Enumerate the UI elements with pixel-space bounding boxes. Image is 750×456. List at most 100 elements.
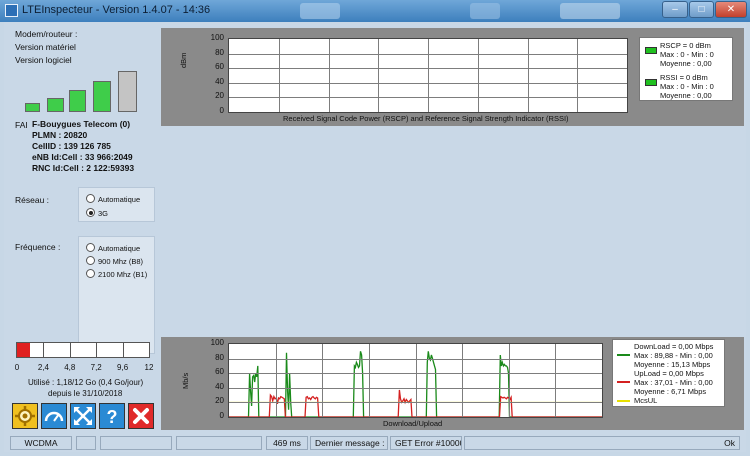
- close-icon: [133, 408, 149, 424]
- radio-icon: [86, 243, 95, 252]
- gridline-horizontal: [229, 402, 602, 403]
- usage-summary: Utilisé : 1,18/12 Go (0,4 Go/jour): [28, 378, 144, 387]
- throughput-chart-xlabel: Download/Upload: [383, 419, 443, 428]
- gridline-vertical: [378, 39, 379, 112]
- status-last-message: GET Error #100003: [390, 436, 462, 450]
- legend-upload-minmax: Max : 37,01 - Min : 0,00: [634, 378, 713, 387]
- settings-button[interactable]: [12, 403, 38, 429]
- legend-line-mcsul: [617, 400, 630, 402]
- legend-swatch-rscp: [645, 47, 657, 54]
- frequency-option-2100[interactable]: 2100 Mhz (B1): [86, 269, 147, 279]
- close-window-button[interactable]: ✕: [715, 1, 747, 18]
- frequency-option-auto[interactable]: Automatique: [86, 243, 140, 253]
- signal-chart-legend: RSCP = 0 dBm Max : 0 - Min : 0 Moyenne :…: [639, 37, 733, 101]
- legend-rscp-minmax: Max : 0 - Min : 0: [660, 50, 714, 59]
- data-usage-bar: [16, 342, 150, 358]
- radio-selected-icon: [86, 208, 95, 217]
- window-title: LTEInspecteur - Version 1.4.07 - 14:36: [22, 4, 211, 16]
- signal-bar-1: [25, 103, 40, 112]
- throughput-chart-plot: [228, 343, 603, 418]
- quit-button[interactable]: [128, 403, 154, 429]
- gridline-vertical: [369, 344, 370, 417]
- gridline-vertical: [555, 344, 556, 417]
- frequency-options-panel: Automatique 900 Mhz (B8) 2100 Mhz (B1): [78, 236, 155, 354]
- network-label: Réseau :: [15, 195, 50, 205]
- svg-text:?: ?: [107, 407, 118, 427]
- network-options-panel: Automatique 3G: [78, 187, 155, 222]
- y-tick-label: 100: [210, 338, 224, 347]
- background-window-blur: [470, 3, 500, 19]
- legend-rssi: RSSI = 0 dBm: [660, 73, 708, 82]
- cellid-value: CellID : 139 126 785: [32, 141, 111, 151]
- usage-gridline: [43, 343, 44, 357]
- legend-swatch-rssi: [645, 79, 657, 86]
- status-empty-cell: [100, 436, 172, 450]
- rnc-value: RNC Id:Cell : 2 122:59393: [32, 163, 135, 173]
- fullscreen-button[interactable]: [70, 403, 96, 429]
- app-icon: [5, 4, 18, 17]
- background-window-blur: [560, 3, 620, 19]
- gridline-vertical: [276, 344, 277, 417]
- enb-value: eNB Id:Cell : 33 966:2049: [32, 152, 133, 162]
- y-tick-label: 20: [215, 396, 224, 406]
- network-option-auto[interactable]: Automatique: [86, 194, 140, 204]
- gridline-vertical: [528, 39, 529, 112]
- gauge-button[interactable]: [41, 403, 67, 429]
- legend-upload-avg: Moyenne : 6,71 Mbps: [634, 387, 707, 396]
- y-tick-label: 0: [219, 106, 224, 115]
- y-tick-label: 40: [215, 381, 224, 391]
- usage-gridline: [70, 343, 71, 357]
- maximize-button[interactable]: □: [689, 1, 714, 18]
- gridline-vertical: [577, 39, 578, 112]
- signal-bar-5: [118, 71, 137, 112]
- settings-icon: [15, 406, 35, 426]
- operator-name: F-Bouygues Telecom (0): [32, 119, 131, 129]
- signal-bar-3: [69, 90, 86, 112]
- help-icon: ?: [107, 407, 118, 427]
- y-tick-label: 20: [215, 91, 224, 101]
- gridline-horizontal: [229, 97, 627, 98]
- usage-tick-label: 0: [14, 363, 20, 372]
- legend-line-download: [617, 354, 630, 356]
- fai-label: FAI: [15, 120, 28, 130]
- signal-chart-plot: [228, 38, 628, 113]
- background-window-blur: [300, 3, 340, 19]
- gridline-vertical: [329, 39, 330, 112]
- legend-rscp: RSCP = 0 dBm: [660, 41, 711, 50]
- usage-gridline: [96, 343, 97, 357]
- status-empty-cell: [76, 436, 96, 450]
- y-tick-label: 80: [215, 47, 224, 57]
- gridline-horizontal: [229, 388, 602, 389]
- software-version-label: Version logiciel: [15, 55, 72, 65]
- legend-mcsul: McsUL: [634, 396, 658, 405]
- gridline-horizontal: [229, 373, 602, 374]
- status-network-mode: WCDMA: [10, 436, 72, 450]
- network-option-3g[interactable]: 3G: [86, 208, 108, 218]
- usage-tick-label: 2,4: [37, 363, 49, 372]
- y-tick-label: 0: [219, 411, 224, 420]
- signal-chart-title: Received Signal Code Power (RSCP) and Re…: [283, 114, 569, 123]
- throughput-chart-panel: 100 80 60 40 20 0 Mb/s Download/Upload DownLo…: [161, 337, 744, 430]
- usage-gridline: [123, 343, 124, 357]
- legend-download-minmax: Max : 89,88 - Min : 0,00: [634, 351, 713, 360]
- gridline-vertical: [462, 344, 463, 417]
- usage-tick-label: 9,6: [117, 363, 129, 372]
- legend-rscp-avg: Moyenne : 0,00: [660, 59, 712, 68]
- status-bar: WCDMA 469 ms Dernier message : GET Error…: [4, 434, 746, 452]
- signal-chart-ylabel: dBm: [179, 52, 188, 68]
- legend-download: DownLoad = 0,00 Mbps: [634, 342, 714, 351]
- fullscreen-icon: [74, 407, 92, 425]
- title-bar[interactable]: LTEInspecteur - Version 1.4.07 - 14:36 –…: [0, 0, 750, 22]
- gridline-vertical: [322, 344, 323, 417]
- y-tick-label: 40: [215, 76, 224, 86]
- radio-icon: [86, 256, 95, 265]
- usage-tick-label: 4,8: [64, 363, 76, 372]
- y-tick-label: 60: [215, 62, 224, 72]
- signal-chart-panel: 100 80 60 40 20 0 dBm Received Signal Code Po…: [161, 28, 744, 126]
- minimize-button[interactable]: –: [662, 1, 688, 18]
- help-button[interactable]: ?: [99, 403, 125, 429]
- plmn-value: PLMN : 20820: [32, 130, 88, 140]
- legend-download-avg: Moyenne : 15,13 Mbps: [634, 360, 711, 369]
- legend-line-upload: [617, 381, 630, 383]
- frequency-option-900[interactable]: 900 Mhz (B8): [86, 256, 143, 266]
